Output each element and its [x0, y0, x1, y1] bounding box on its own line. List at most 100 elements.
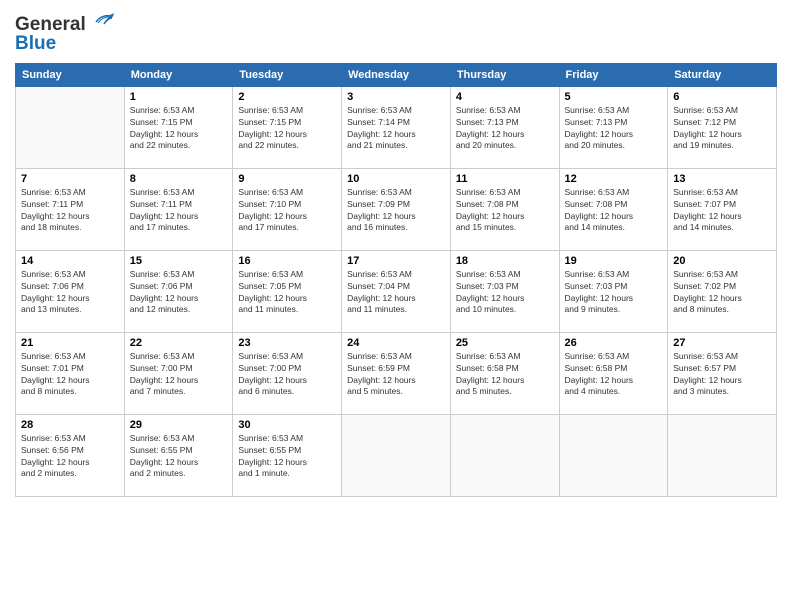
- day-info: Sunrise: 6:53 AM Sunset: 7:08 PM Dayligh…: [456, 187, 554, 235]
- day-number: 9: [238, 173, 336, 185]
- day-info: Sunrise: 6:53 AM Sunset: 7:06 PM Dayligh…: [130, 269, 228, 317]
- day-info: Sunrise: 6:53 AM Sunset: 7:00 PM Dayligh…: [130, 351, 228, 399]
- day-number: 10: [347, 173, 445, 185]
- calendar-cell: 10 Sunrise: 6:53 AM Sunset: 7:09 PM Dayli…: [342, 168, 451, 250]
- day-info: Sunrise: 6:53 AM Sunset: 7:11 PM Dayligh…: [130, 187, 228, 235]
- calendar-cell: 11 Sunrise: 6:53 AM Sunset: 7:08 PM Dayli…: [450, 168, 559, 250]
- calendar-cell: 15 Sunrise: 6:53 AM Sunset: 7:06 PM Dayli…: [124, 250, 233, 332]
- calendar-cell: 19 Sunrise: 6:53 AM Sunset: 7:03 PM Dayli…: [559, 250, 668, 332]
- calendar-cell: 6 Sunrise: 6:53 AM Sunset: 7:12 PM Daylig…: [668, 86, 777, 168]
- day-number: 28: [21, 419, 119, 431]
- day-info: Sunrise: 6:53 AM Sunset: 7:11 PM Dayligh…: [21, 187, 119, 235]
- day-number: 1: [130, 91, 228, 103]
- week-row-3: 14Sunrise: 6:53 AM Sunset: 7:06 PM Dayli…: [16, 250, 777, 332]
- day-number: 8: [130, 173, 228, 185]
- day-number: 17: [347, 255, 445, 267]
- calendar-cell: 5Sunrise: 6:53 AM Sunset: 7:13 PM Daylig…: [559, 86, 668, 168]
- header-day-friday: Friday: [559, 63, 668, 86]
- day-info: Sunrise: 6:53 AM Sunset: 7:01 PM Dayligh…: [21, 351, 119, 399]
- day-number: 19: [565, 255, 663, 267]
- calendar-cell: 16 Sunrise: 6:53 AM Sunset: 7:05 PM Dayli…: [233, 250, 342, 332]
- day-info: Sunrise: 6:53 AM Sunset: 7:00 PM Dayligh…: [238, 351, 336, 399]
- day-info: Sunrise: 6:53 AM Sunset: 6:59 PM Dayligh…: [347, 351, 445, 399]
- calendar-cell: 13Sunrise: 6:53 AM Sunset: 7:07 PM Dayli…: [668, 168, 777, 250]
- header-day-thursday: Thursday: [450, 63, 559, 86]
- calendar-cell: 14Sunrise: 6:53 AM Sunset: 7:06 PM Dayli…: [16, 250, 125, 332]
- day-info: Sunrise: 6:53 AM Sunset: 7:14 PM Dayligh…: [347, 105, 445, 153]
- calendar-cell: 4Sunrise: 6:53 AM Sunset: 7:13 PM Daylig…: [450, 86, 559, 168]
- header-day-tuesday: Tuesday: [233, 63, 342, 86]
- calendar-cell: 1Sunrise: 6:53 AM Sunset: 7:15 PM Daylig…: [124, 86, 233, 168]
- day-number: 25: [456, 337, 554, 349]
- week-row-4: 21 Sunrise: 6:53 AM Sunset: 7:01 PM Dayli…: [16, 332, 777, 414]
- week-row-1: 1 Sunrise: 6:53 AM Sunset: 7:15 PM Daylig…: [16, 86, 777, 168]
- day-number: 30: [238, 419, 336, 431]
- day-number: 23: [238, 337, 336, 349]
- day-number: 6: [673, 91, 771, 103]
- calendar-cell: 20 Sunrise: 6:53 AM Sunset: 7:02 PM Dayli…: [668, 250, 777, 332]
- day-info: Sunrise: 6:53 AM Sunset: 7:04 PM Dayligh…: [347, 269, 445, 317]
- day-number: 11: [456, 173, 554, 185]
- logo: General Blue: [15, 15, 114, 55]
- day-info: Sunrise: 6:53 AM Sunset: 7:03 PM Dayligh…: [456, 269, 554, 317]
- calendar-cell: [16, 86, 125, 168]
- calendar-cell: 24 Sunrise: 6:53 AM Sunset: 6:59 PM Dayli…: [342, 332, 451, 414]
- day-number: 5: [565, 91, 663, 103]
- day-info: Sunrise: 6:53 AM Sunset: 7:07 PM Dayligh…: [673, 187, 771, 235]
- calendar-cell: 12 Sunrise: 6:53 AM Sunset: 7:08 PM Dayli…: [559, 168, 668, 250]
- day-info: Sunrise: 6:53 AM Sunset: 7:02 PM Dayligh…: [673, 269, 771, 317]
- calendar-cell: 17 Sunrise: 6:53 AM Sunset: 7:04 PM Dayli…: [342, 250, 451, 332]
- day-number: 18: [456, 255, 554, 267]
- logo-bird-icon: [88, 12, 114, 34]
- calendar-cell: [559, 414, 668, 496]
- header-day-monday: Monday: [124, 63, 233, 86]
- day-number: 27: [673, 337, 771, 349]
- calendar-cell: 2Sunrise: 6:53 AM Sunset: 7:15 PM Daylig…: [233, 86, 342, 168]
- calendar-cell: 22 Sunrise: 6:53 AM Sunset: 7:00 PM Dayli…: [124, 332, 233, 414]
- day-info: Sunrise: 6:53 AM Sunset: 6:58 PM Dayligh…: [456, 351, 554, 399]
- day-number: 26: [565, 337, 663, 349]
- day-number: 29: [130, 419, 228, 431]
- day-info: Sunrise: 6:53 AM Sunset: 7:06 PM Dayligh…: [21, 269, 119, 317]
- day-info: Sunrise: 6:53 AM Sunset: 6:57 PM Dayligh…: [673, 351, 771, 399]
- day-number: 7: [21, 173, 119, 185]
- calendar-cell: 8 Sunrise: 6:53 AM Sunset: 7:11 PM Daylig…: [124, 168, 233, 250]
- day-number: 21: [21, 337, 119, 349]
- header-row: SundayMondayTuesdayWednesdayThursdayFrid…: [16, 63, 777, 86]
- week-row-5: 28 Sunrise: 6:53 AM Sunset: 6:56 PM Dayli…: [16, 414, 777, 496]
- day-info: Sunrise: 6:53 AM Sunset: 6:58 PM Dayligh…: [565, 351, 663, 399]
- day-info: Sunrise: 6:53 AM Sunset: 7:12 PM Dayligh…: [673, 105, 771, 153]
- day-number: 16: [238, 255, 336, 267]
- day-number: 24: [347, 337, 445, 349]
- calendar-cell: 30Sunrise: 6:53 AM Sunset: 6:55 PM Dayli…: [233, 414, 342, 496]
- calendar-table: SundayMondayTuesdayWednesdayThursdayFrid…: [15, 63, 777, 497]
- header: General Blue: [15, 15, 777, 55]
- day-info: Sunrise: 6:53 AM Sunset: 7:15 PM Dayligh…: [238, 105, 336, 153]
- day-info: Sunrise: 6:53 AM Sunset: 7:03 PM Dayligh…: [565, 269, 663, 317]
- day-info: Sunrise: 6:53 AM Sunset: 6:55 PM Dayligh…: [130, 433, 228, 481]
- day-info: Sunrise: 6:53 AM Sunset: 7:08 PM Dayligh…: [565, 187, 663, 235]
- header-day-wednesday: Wednesday: [342, 63, 451, 86]
- header-day-sunday: Sunday: [16, 63, 125, 86]
- calendar-cell: 26 Sunrise: 6:53 AM Sunset: 6:58 PM Dayli…: [559, 332, 668, 414]
- calendar-cell: 29 Sunrise: 6:53 AM Sunset: 6:55 PM Dayli…: [124, 414, 233, 496]
- calendar-cell: 23 Sunrise: 6:53 AM Sunset: 7:00 PM Dayli…: [233, 332, 342, 414]
- calendar-cell: 25 Sunrise: 6:53 AM Sunset: 6:58 PM Dayli…: [450, 332, 559, 414]
- day-info: Sunrise: 6:53 AM Sunset: 7:13 PM Dayligh…: [456, 105, 554, 153]
- calendar-cell: 27 Sunrise: 6:53 AM Sunset: 6:57 PM Dayli…: [668, 332, 777, 414]
- day-number: 22: [130, 337, 228, 349]
- day-info: Sunrise: 6:53 AM Sunset: 7:05 PM Dayligh…: [238, 269, 336, 317]
- day-info: Sunrise: 6:53 AM Sunset: 7:09 PM Dayligh…: [347, 187, 445, 235]
- calendar-cell: [342, 414, 451, 496]
- day-number: 3: [347, 91, 445, 103]
- day-number: 20: [673, 255, 771, 267]
- week-row-2: 7 Sunrise: 6:53 AM Sunset: 7:11 PM Daylig…: [16, 168, 777, 250]
- calendar-cell: 28 Sunrise: 6:53 AM Sunset: 6:56 PM Dayli…: [16, 414, 125, 496]
- day-number: 12: [565, 173, 663, 185]
- day-number: 15: [130, 255, 228, 267]
- calendar-cell: 9 Sunrise: 6:53 AM Sunset: 7:10 PM Daylig…: [233, 168, 342, 250]
- calendar-cell: 18 Sunrise: 6:53 AM Sunset: 7:03 PM Dayli…: [450, 250, 559, 332]
- calendar-cell: [450, 414, 559, 496]
- day-info: Sunrise: 6:53 AM Sunset: 7:10 PM Dayligh…: [238, 187, 336, 235]
- day-info: Sunrise: 6:53 AM Sunset: 6:56 PM Dayligh…: [21, 433, 119, 481]
